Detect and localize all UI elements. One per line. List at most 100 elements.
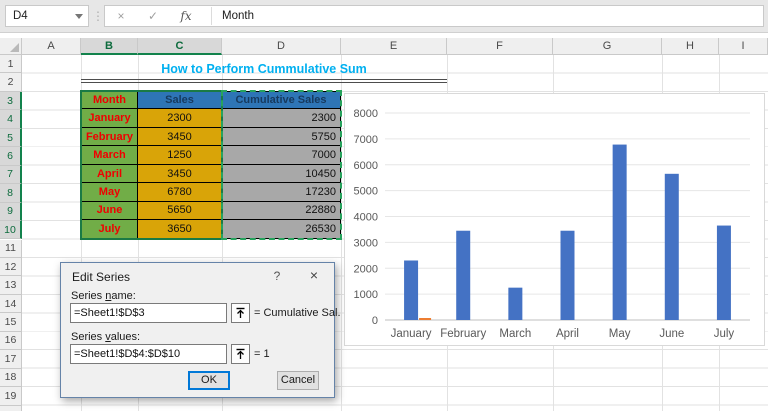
close-icon[interactable]: × xyxy=(303,267,325,285)
y-axis-tick: 7000 xyxy=(354,134,378,146)
cell-sales[interactable]: 3450 xyxy=(138,164,222,184)
collapse-arrow-icon xyxy=(236,348,245,359)
table-header-month[interactable]: Month xyxy=(81,91,138,110)
cell-cumulative[interactable]: 5750 xyxy=(222,127,341,147)
bar-april[interactable] xyxy=(560,230,575,320)
cell-cumulative[interactable]: 17230 xyxy=(222,183,341,202)
collapse-dialog-button-2[interactable] xyxy=(231,344,250,364)
collapse-arrow-icon xyxy=(236,307,245,318)
series-name-label: Series name: xyxy=(71,290,136,302)
cell-sales[interactable]: 2300 xyxy=(138,109,222,128)
cell-month[interactable]: May xyxy=(81,183,138,202)
cell-month[interactable]: February xyxy=(81,127,138,147)
bar-june[interactable] xyxy=(664,173,679,320)
y-axis-tick: 1000 xyxy=(354,289,378,301)
x-axis-label: March xyxy=(499,328,531,340)
y-axis-tick: 5000 xyxy=(354,186,378,198)
row-header-10[interactable]: 10 xyxy=(0,221,22,240)
cell-month[interactable]: July xyxy=(81,220,138,239)
row-header-6[interactable]: 6 xyxy=(0,147,22,166)
bar-march[interactable] xyxy=(508,287,523,320)
column-header-b[interactable]: B xyxy=(81,38,138,55)
series-values-result: = 1 xyxy=(254,348,270,360)
cell-month[interactable]: June xyxy=(81,201,138,221)
row-header-11[interactable]: 11 xyxy=(0,239,22,258)
x-axis-label: February xyxy=(440,328,486,340)
row-header-12[interactable]: 12 xyxy=(0,257,22,277)
row-header-3[interactable]: 3 xyxy=(0,91,22,111)
row-header-16[interactable]: 16 xyxy=(0,331,22,351)
cell-cumulative[interactable]: 22880 xyxy=(222,201,341,221)
bar-july[interactable] xyxy=(716,225,731,320)
formula-input[interactable]: Month xyxy=(216,10,254,22)
row-header-18[interactable]: 18 xyxy=(0,368,22,388)
enter-icon[interactable]: ✓ xyxy=(137,9,169,23)
column-header-a[interactable]: A xyxy=(22,38,81,55)
formula-bar: D4 ⋮ × ✓ fx Month xyxy=(0,0,768,33)
formula-bar-separator: ⋮ xyxy=(92,9,104,23)
bar-february[interactable] xyxy=(456,230,471,320)
row-header-5[interactable]: 5 xyxy=(0,128,22,148)
x-axis-label: June xyxy=(659,328,684,340)
cell-month[interactable]: April xyxy=(81,164,138,184)
cell-month[interactable]: January xyxy=(81,109,138,128)
row-header-partial[interactable] xyxy=(0,405,22,411)
column-header-i[interactable]: I xyxy=(719,38,768,55)
row-header-13[interactable]: 13 xyxy=(0,276,22,295)
row-header-9[interactable]: 9 xyxy=(0,202,22,222)
column-header-d[interactable]: D xyxy=(222,38,341,55)
row-header-17[interactable]: 17 xyxy=(0,350,22,369)
row-header-19[interactable]: 19 xyxy=(0,387,22,406)
row-header-14[interactable]: 14 xyxy=(0,294,22,314)
row-header-7[interactable]: 7 xyxy=(0,165,22,185)
dialog-title: Edit Series xyxy=(72,270,131,284)
y-axis-tick: 2000 xyxy=(354,263,378,275)
ok-button[interactable]: OK xyxy=(188,371,230,390)
cell-cumulative[interactable]: 2300 xyxy=(222,109,341,128)
insert-function-icon[interactable]: fx xyxy=(169,9,203,23)
y-axis-tick: 0 xyxy=(372,315,378,327)
row-header-2[interactable]: 2 xyxy=(0,73,22,92)
cell-sales[interactable]: 3650 xyxy=(138,220,222,239)
row-header-8[interactable]: 8 xyxy=(0,184,22,203)
column-header-h[interactable]: H xyxy=(662,38,719,55)
name-box[interactable]: D4 xyxy=(5,5,89,27)
table-header-cumulative-sales[interactable]: Cumulative Sales xyxy=(222,91,341,110)
bar-january[interactable] xyxy=(404,260,419,320)
y-axis-tick: 4000 xyxy=(354,212,378,224)
select-all-corner[interactable] xyxy=(0,38,22,55)
series-name-input[interactable] xyxy=(70,303,227,323)
table-header-sales[interactable]: Sales xyxy=(138,91,222,110)
cell-sales[interactable]: 6780 xyxy=(138,183,222,202)
x-axis-label: January xyxy=(391,328,432,340)
excel-window: D4 ⋮ × ✓ fx Month ABCDEFGHI 1 2 3 4 5 6 7 8 9 10 1… xyxy=(0,0,768,411)
x-axis-label: April xyxy=(556,328,579,340)
title-double-underline xyxy=(81,79,447,83)
cell-sales[interactable]: 1250 xyxy=(138,146,222,165)
column-header-f[interactable]: F xyxy=(447,38,553,55)
cell-cumulative[interactable]: 7000 xyxy=(222,146,341,165)
row-header-15[interactable]: 15 xyxy=(0,313,22,332)
name-box-value: D4 xyxy=(13,10,28,22)
cancel-button[interactable]: Cancel xyxy=(277,371,319,390)
cell-month[interactable]: March xyxy=(81,146,138,165)
column-header-g[interactable]: G xyxy=(553,38,662,55)
bar-new-series-january[interactable] xyxy=(419,318,432,320)
x-axis-label: May xyxy=(609,328,631,340)
name-box-dropdown-icon[interactable] xyxy=(75,14,83,19)
cell-sales[interactable]: 5650 xyxy=(138,201,222,221)
cancel-icon[interactable]: × xyxy=(105,9,137,23)
cell-sales[interactable]: 3450 xyxy=(138,127,222,147)
bar-may[interactable] xyxy=(612,144,627,320)
row-header-4[interactable]: 4 xyxy=(0,110,22,129)
y-axis-tick: 3000 xyxy=(354,237,378,249)
column-header-c[interactable]: C xyxy=(138,38,222,55)
column-header-e[interactable]: E xyxy=(341,38,447,55)
cell-cumulative[interactable]: 10450 xyxy=(222,164,341,184)
bar-chart[interactable]: 0 1000 2000 3000 4000 5000 6000 7000 8000 January… xyxy=(344,93,765,346)
cell-cumulative[interactable]: 26530 xyxy=(222,220,341,239)
row-header-1[interactable]: 1 xyxy=(0,55,22,74)
series-values-input[interactable] xyxy=(70,344,227,364)
collapse-dialog-button[interactable] xyxy=(231,303,250,323)
help-icon[interactable]: ? xyxy=(269,269,285,285)
